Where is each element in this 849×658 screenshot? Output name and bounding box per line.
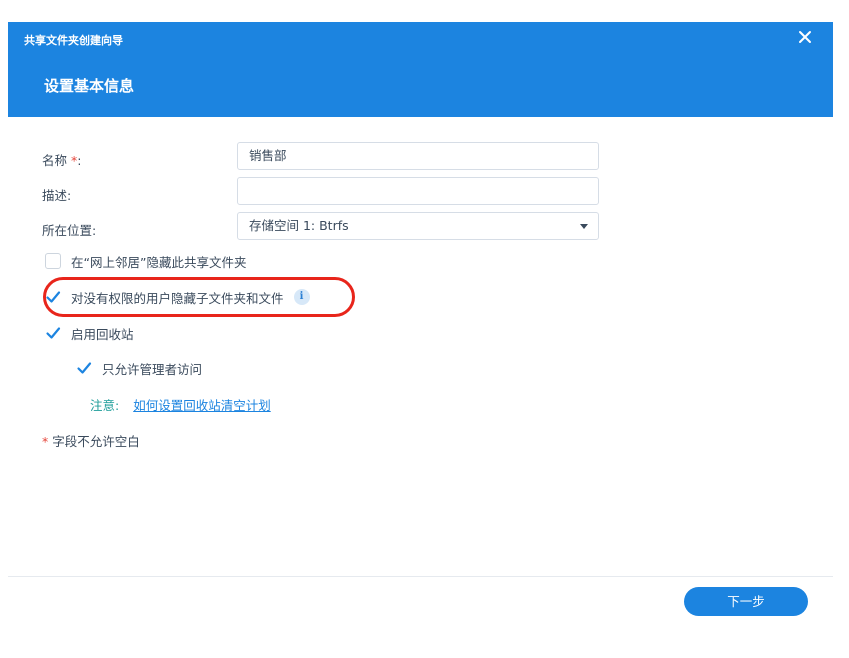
- checkbox-checked[interactable]: [45, 325, 61, 341]
- location-label: 所在位置:: [42, 223, 97, 238]
- option-label: 启用回收站: [71, 326, 134, 342]
- dialog-header: 共享文件夹创建向导 设置基本信息: [8, 22, 833, 117]
- wizard-title: 共享文件夹创建向导: [24, 34, 123, 47]
- chevron-down-icon: [580, 224, 588, 229]
- required-fields-hint: * 字段不允许空白: [42, 431, 140, 450]
- option-label: 在“网上邻居”隐藏此共享文件夹: [71, 254, 247, 270]
- recycle-bin-note: 注意: 如何设置回收站清空计划: [90, 395, 271, 414]
- shared-folder-wizard-dialog: 共享文件夹创建向导 设置基本信息 名称 *: 销售部 描述: 所在位置: 存储空…: [8, 22, 833, 642]
- name-label-text: 名称: [42, 153, 68, 168]
- option-admin-only-access[interactable]: 只允许管理者访问: [76, 358, 202, 378]
- option-label: 对没有权限的用户隐藏子文件夹和文件: [71, 290, 284, 306]
- checkbox-unchecked[interactable]: [45, 253, 61, 269]
- location-select-value: 存储空间 1: Btrfs: [249, 218, 349, 233]
- close-icon[interactable]: [797, 29, 813, 45]
- next-button[interactable]: 下一步: [684, 587, 808, 616]
- recycle-bin-schedule-link[interactable]: 如何设置回收站清空计划: [133, 398, 271, 413]
- description-field[interactable]: [237, 177, 599, 205]
- checkmark-icon: [46, 327, 61, 339]
- footer-divider: [8, 576, 833, 577]
- name-label-colon: :: [77, 153, 82, 168]
- checkmark-icon: [46, 291, 61, 303]
- checkbox-checked[interactable]: [45, 289, 61, 305]
- option-enable-recycle-bin[interactable]: 启用回收站: [45, 323, 134, 343]
- name-field-value: 销售部: [249, 148, 287, 163]
- step-title: 设置基本信息: [44, 77, 135, 95]
- name-label: 名称 *:: [42, 150, 81, 169]
- option-label: 只允许管理者访问: [102, 361, 203, 377]
- option-hide-subfolders-from-unauthorized[interactable]: 对没有权限的用户隐藏子文件夹和文件 i: [45, 287, 310, 307]
- location-select[interactable]: 存储空间 1: Btrfs: [237, 212, 599, 240]
- required-hint-text: 字段不允许空白: [48, 434, 140, 449]
- note-label: 注意:: [90, 398, 120, 413]
- checkbox-checked[interactable]: [76, 360, 92, 376]
- checkmark-icon: [77, 362, 92, 374]
- info-icon[interactable]: i: [293, 289, 310, 305]
- description-label: 描述:: [42, 188, 72, 203]
- name-field[interactable]: 销售部: [237, 142, 599, 170]
- option-hide-in-network-neighborhood[interactable]: 在“网上邻居”隐藏此共享文件夹: [45, 251, 246, 271]
